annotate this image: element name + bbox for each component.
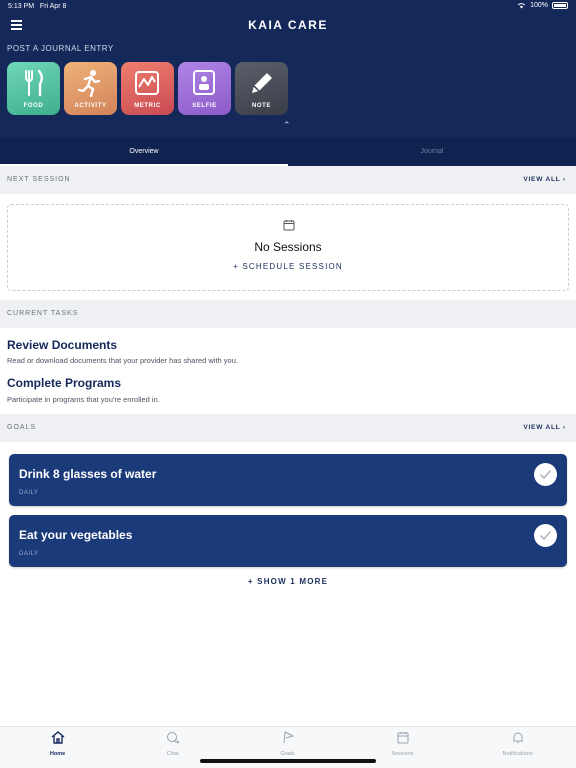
sessions-card: No Sessions + SCHEDULE SESSION bbox=[7, 204, 569, 291]
checkmark-icon bbox=[540, 470, 551, 480]
nav-home[interactable]: Home bbox=[0, 731, 115, 757]
activity-label: ACTIVITY bbox=[74, 103, 107, 109]
metric-tile[interactable]: METRIC bbox=[121, 62, 174, 115]
nav-sessions[interactable]: Sessions bbox=[345, 731, 460, 757]
goal-title: Eat your vegetables bbox=[19, 528, 133, 542]
nav-label: Home bbox=[49, 751, 66, 757]
selfie-tile[interactable]: SELFIE bbox=[178, 62, 231, 115]
home-icon bbox=[51, 731, 64, 744]
nav-label: Notifications bbox=[502, 751, 533, 757]
goal-frequency: DAILY bbox=[19, 551, 39, 557]
next-session-header: NEXT SESSION VIEW ALL › bbox=[0, 166, 576, 194]
task-complete-programs[interactable]: Complete Programs bbox=[7, 376, 121, 390]
show-more-goals-button[interactable]: + SHOW 1 MORE bbox=[0, 577, 576, 586]
view-all-sessions-button[interactable]: VIEW ALL › bbox=[523, 176, 566, 183]
section-title: NEXT SESSION bbox=[7, 176, 71, 183]
status-indicators: 100% bbox=[517, 2, 568, 9]
note-label: NOTE bbox=[251, 103, 272, 109]
battery-icon bbox=[552, 2, 568, 9]
food-tile[interactable]: FOOD bbox=[7, 62, 60, 115]
activity-tile[interactable]: ACTIVITY bbox=[64, 62, 117, 115]
nav-label: Goals bbox=[280, 751, 295, 757]
wifi-icon bbox=[517, 3, 526, 9]
note-tile[interactable]: NOTE bbox=[235, 62, 288, 115]
chart-icon bbox=[135, 71, 159, 95]
metric-label: METRIC bbox=[134, 103, 161, 109]
app-header: 5:13 PM Fri Apr 8 100% KAIA CARE POST A … bbox=[0, 0, 576, 166]
selfie-label: SELFIE bbox=[192, 103, 217, 109]
bell-icon bbox=[512, 732, 523, 743]
journal-section-label: POST A JOURNAL ENTRY bbox=[7, 44, 114, 53]
current-tasks-header: CURRENT TASKS bbox=[0, 300, 576, 328]
app-title: KAIA CARE bbox=[248, 18, 328, 32]
pencil-icon bbox=[252, 73, 272, 93]
tab-overview[interactable]: Overview bbox=[0, 137, 288, 166]
view-all-goals-button[interactable]: VIEW ALL › bbox=[523, 424, 566, 431]
tab-bar: Overview Journal bbox=[0, 137, 576, 166]
fork-knife-icon bbox=[25, 69, 43, 97]
goal-title: Drink 8 glasses of water bbox=[19, 467, 157, 481]
home-indicator bbox=[200, 759, 376, 763]
journal-tiles: FOOD ACTIVITY METRIC SELFIE NOTE bbox=[7, 62, 288, 115]
calendar-icon bbox=[397, 732, 408, 744]
goals-header: GOALS VIEW ALL › bbox=[0, 414, 576, 442]
status-time: 5:13 PM Fri Apr 8 bbox=[8, 3, 67, 10]
selfie-icon bbox=[193, 70, 215, 95]
calendar-icon bbox=[283, 220, 295, 231]
section-title: CURRENT TASKS bbox=[7, 310, 79, 317]
task-review-documents[interactable]: Review Documents bbox=[7, 338, 117, 352]
goal-frequency: DAILY bbox=[19, 490, 39, 496]
schedule-session-button[interactable]: + SCHEDULE SESSION bbox=[8, 262, 568, 271]
goal-complete-button[interactable] bbox=[534, 463, 557, 486]
task-description: Participate in programs that you're enro… bbox=[7, 395, 160, 404]
chat-icon bbox=[166, 732, 179, 744]
nav-label: Sessions bbox=[391, 751, 414, 757]
status-bar: 5:13 PM Fri Apr 8 100% bbox=[0, 0, 576, 14]
nav-goals[interactable]: Goals bbox=[230, 731, 345, 757]
chevron-up-icon[interactable]: ⌃ bbox=[283, 120, 291, 131]
battery-percent: 100% bbox=[530, 2, 548, 9]
checkmark-icon bbox=[540, 531, 551, 541]
nav-label: Chat bbox=[166, 751, 179, 757]
flag-icon bbox=[283, 731, 293, 744]
goal-card[interactable]: Drink 8 glasses of water DAILY bbox=[9, 454, 567, 506]
food-label: FOOD bbox=[23, 103, 44, 109]
task-description: Read or download documents that your pro… bbox=[7, 356, 238, 365]
goal-card[interactable]: Eat your vegetables DAILY bbox=[9, 515, 567, 567]
goal-complete-button[interactable] bbox=[534, 524, 557, 547]
nav-chat[interactable]: Chat bbox=[115, 731, 230, 757]
tab-journal[interactable]: Journal bbox=[288, 137, 576, 166]
nav-notifications[interactable]: Notifications bbox=[460, 731, 575, 757]
no-sessions-text: No Sessions bbox=[254, 240, 322, 254]
section-title: GOALS bbox=[7, 424, 37, 431]
running-person-icon bbox=[77, 70, 101, 97]
